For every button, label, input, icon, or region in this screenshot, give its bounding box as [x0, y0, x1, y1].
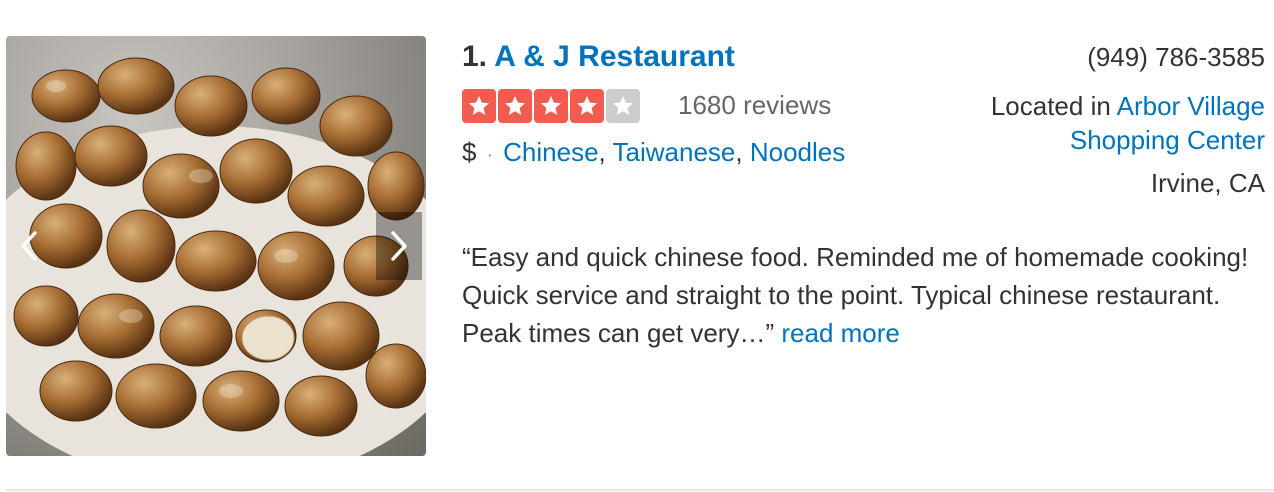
photo-next-button[interactable]	[376, 212, 422, 280]
divider	[6, 489, 1274, 491]
star-icon	[462, 89, 496, 123]
read-more-link[interactable]: read more	[781, 318, 900, 348]
business-name-link[interactable]: A & J Restaurant	[494, 40, 735, 73]
result-index: 1.	[462, 40, 488, 73]
review-count[interactable]: 1680 reviews	[678, 90, 831, 121]
star-rating	[462, 89, 640, 123]
category-link-noodles[interactable]: Noodles	[750, 137, 845, 167]
star-icon	[606, 89, 640, 123]
business-title: 1. A & J Restaurant	[462, 40, 735, 74]
price-range: $	[462, 137, 477, 167]
photo-prev-button[interactable]	[6, 212, 52, 280]
star-icon	[534, 89, 568, 123]
located-prefix: Located in	[990, 91, 1111, 121]
location-info: Located in Arbor Village Shopping Center	[991, 89, 1265, 157]
shopping-center-line-1: Arbor Village	[1116, 91, 1265, 121]
category-link-taiwanese[interactable]: Taiwanese	[613, 137, 736, 167]
category-link-chinese[interactable]: Chinese	[503, 137, 598, 167]
star-icon	[570, 89, 604, 123]
peanuts-image	[6, 57, 426, 456]
separator-dot: ·	[486, 144, 494, 166]
phone-number: (949) 786-3585	[1087, 42, 1265, 72]
city-state: Irvine, CA	[1150, 168, 1265, 198]
price-and-categories: $ · Chinese, Taiwanese, Noodles	[462, 137, 846, 167]
chevron-left-icon	[21, 231, 37, 261]
shopping-center-line-2: Shopping Center	[1069, 125, 1265, 155]
review-snippet: “Easy and quick chinese food. Reminded m…	[462, 238, 1262, 352]
business-photo[interactable]	[6, 36, 426, 456]
chevron-right-icon	[391, 231, 407, 261]
star-icon	[498, 89, 532, 123]
